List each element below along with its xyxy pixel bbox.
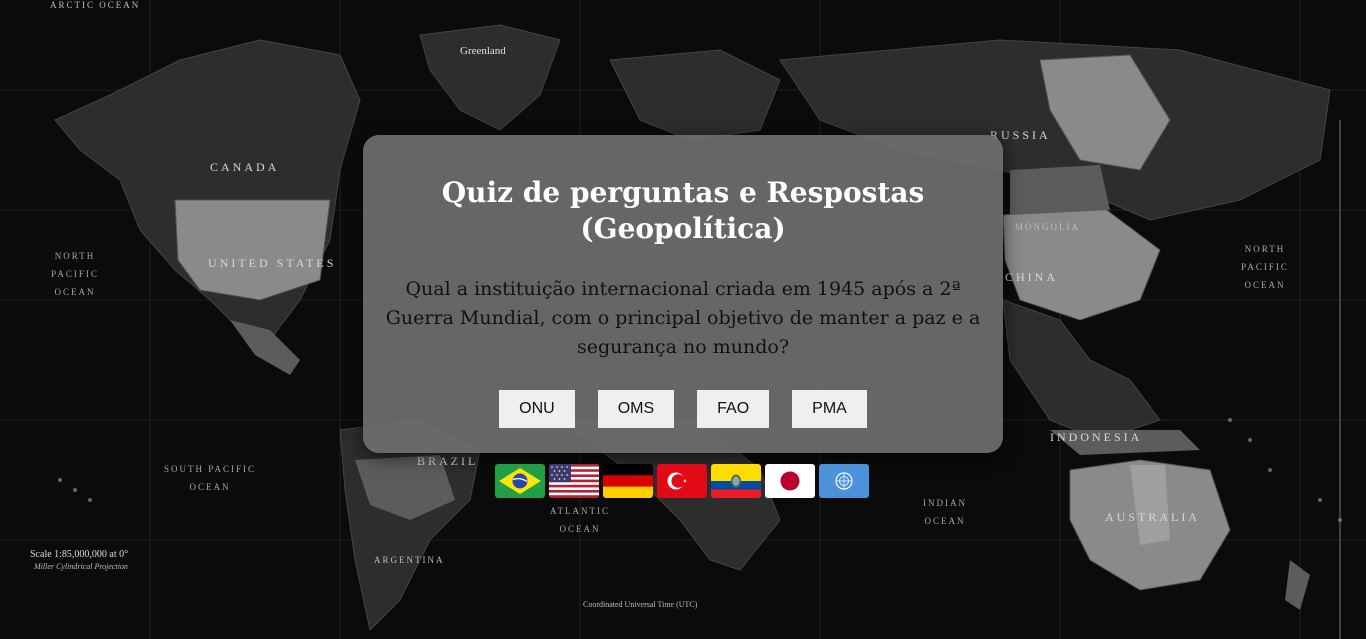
answer-button-pma[interactable]: PMA	[792, 390, 867, 428]
quiz-title: Quiz de perguntas e Respostas (Geopolíti…	[441, 176, 925, 245]
map-label-greenland: Greenland	[460, 45, 506, 57]
map-label-china: CHINA	[1005, 270, 1058, 284]
ecuador-flag-icon[interactable]	[711, 464, 761, 498]
japan-flag-icon[interactable]	[765, 464, 815, 498]
usa-flag-icon[interactable]	[549, 464, 599, 498]
map-label-arctic-ocean: ARCTIC OCEAN	[50, 0, 141, 10]
map-label-indonesia: INDONESIA	[1050, 430, 1143, 444]
answer-button-fao[interactable]: FAO	[697, 390, 770, 428]
answer-options: ONU OMS FAO PMA	[381, 390, 985, 428]
map-label-brazil: BRAZIL	[417, 454, 479, 468]
map-label-north-pacific-left: NORTH PACIFIC OCEAN	[51, 251, 99, 297]
germany-flag-icon[interactable]	[603, 464, 653, 498]
map-label-utc: Coordinated Universal Time (UTC)	[583, 600, 698, 609]
map-label-atlantic-ocean: ATLANTIC OCEAN	[550, 506, 610, 534]
map-label-united-states: UNITED STATES	[208, 256, 337, 270]
flag-selector	[495, 464, 869, 498]
map-label-indian-ocean: INDIAN OCEAN	[923, 498, 967, 526]
un-flag-icon[interactable]	[819, 464, 869, 498]
map-label-canada: CANADA	[210, 160, 280, 174]
turkey-flag-icon[interactable]	[657, 464, 707, 498]
quiz-card: Quiz de perguntas e Respostas (Geopolíti…	[363, 135, 1003, 453]
map-label-argentina: ARGENTINA	[374, 555, 445, 565]
answer-button-onu[interactable]: ONU	[499, 390, 575, 428]
map-label-south-pacific: SOUTH PACIFIC OCEAN	[164, 464, 256, 492]
map-label-projection: Miller Cylindrical Projection	[34, 562, 128, 571]
map-label-scale: Scale 1:85,000,000 at 0°	[30, 549, 129, 560]
map-label-australia: AUSTRALIA	[1105, 510, 1200, 524]
answer-button-oms[interactable]: OMS	[597, 390, 675, 428]
brazil-flag-icon[interactable]	[495, 464, 545, 498]
map-label-mongolia: MONGOLIA	[1015, 222, 1080, 232]
map-label-north-pacific-right: NORTH PACIFIC OCEAN	[1241, 244, 1289, 290]
quiz-question: Qual a instituição internacional criada …	[385, 278, 981, 358]
